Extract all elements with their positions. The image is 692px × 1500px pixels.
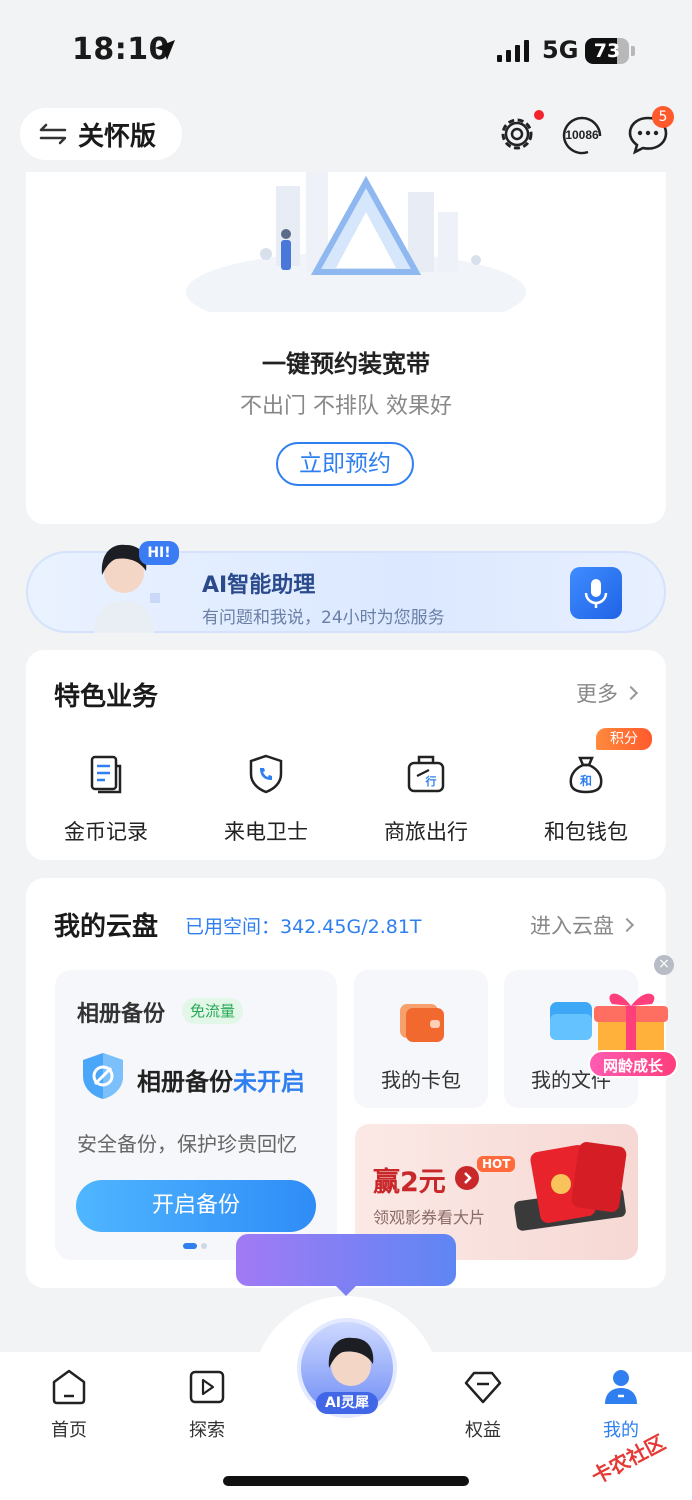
tab-benefits[interactable]: 权益 bbox=[433, 1366, 533, 1442]
hi-bubble: HI! bbox=[139, 541, 179, 565]
broadband-title: 一键预约装宽带 bbox=[262, 350, 430, 378]
home-icon bbox=[52, 1369, 86, 1405]
service-call-guard[interactable]: 来电卫士 bbox=[196, 752, 336, 846]
battery-level: 73 bbox=[593, 40, 621, 62]
backup-description: 安全备份，保护珍贵回忆 bbox=[77, 1132, 297, 1156]
status-bar: 18:10 5G 73 bbox=[0, 0, 692, 100]
svg-text:行: 行 bbox=[425, 774, 437, 788]
tab-home[interactable]: 首页 bbox=[19, 1366, 119, 1442]
enter-cloud-label: 进入云盘 bbox=[530, 914, 614, 938]
switch-arrows-icon bbox=[39, 123, 67, 145]
tab-label: 权益 bbox=[465, 1420, 501, 1441]
enable-backup-button[interactable]: 开启备份 bbox=[76, 1180, 316, 1232]
featured-services-title: 特色业务 bbox=[54, 682, 159, 712]
promo-subtitle: 领观影券看大片 bbox=[373, 1208, 486, 1227]
ai-lingxi-label: AI灵犀 bbox=[316, 1392, 378, 1414]
tab-label: 探索 bbox=[189, 1420, 225, 1441]
settings-gear-icon[interactable] bbox=[495, 112, 539, 156]
cloud-drive-title: 我的云盘 bbox=[54, 912, 159, 942]
backup-shield-icon bbox=[83, 1053, 123, 1099]
card-wallet-tile[interactable]: 我的卡包 bbox=[354, 970, 488, 1108]
wallet-icon bbox=[400, 1004, 444, 1042]
book-now-button[interactable]: 立即预约 bbox=[276, 442, 414, 486]
settings-notification-dot bbox=[534, 110, 544, 120]
battery-icon: 73 bbox=[585, 38, 635, 64]
backup-status-prefix: 相册备份 bbox=[137, 1068, 233, 1096]
voice-input-button[interactable] bbox=[570, 567, 622, 619]
luggage-icon: 行 bbox=[407, 755, 445, 793]
close-icon[interactable]: × bbox=[654, 955, 674, 975]
diamond-icon bbox=[464, 1371, 502, 1404]
microphone-icon bbox=[584, 579, 608, 608]
promo-title: 赢2元 bbox=[373, 1167, 446, 1198]
care-mode-button[interactable]: 关怀版 bbox=[20, 108, 182, 160]
message-count-badge: 5 bbox=[652, 106, 674, 128]
card-wallet-label: 我的卡包 bbox=[381, 1068, 461, 1092]
free-data-tag: 免流量 bbox=[182, 998, 244, 1024]
phone-shield-icon bbox=[249, 754, 283, 794]
chevron-right-icon bbox=[623, 685, 639, 701]
home-indicator bbox=[223, 1476, 469, 1486]
document-icon bbox=[90, 755, 122, 794]
arrow-right-circle-icon bbox=[455, 1166, 479, 1190]
points-tag: 积分 bbox=[596, 728, 652, 750]
money-bag-icon: 和 bbox=[569, 756, 603, 794]
used-space-text: 已用空间：342.45G/2.81T bbox=[185, 916, 422, 938]
service-business-travel[interactable]: 行 商旅出行 bbox=[356, 752, 496, 846]
customer-service-headset-icon[interactable]: 10086 bbox=[558, 112, 606, 156]
service-label: 商旅出行 bbox=[384, 820, 468, 844]
photo-backup-title: 相册备份 bbox=[77, 1002, 166, 1027]
tab-explore[interactable]: 探索 bbox=[157, 1366, 257, 1442]
location-arrow-icon bbox=[155, 40, 175, 60]
photo-backup-panel: 相册备份 免流量 相册备份未开启 安全备份，保护珍贵回忆 开启备份 bbox=[55, 970, 337, 1260]
carousel-dots bbox=[183, 1243, 207, 1249]
broadband-subtitle: 不出门 不排队 效果好 bbox=[240, 394, 452, 419]
network-type: 5G bbox=[542, 36, 579, 64]
ai-assistant-banner[interactable]: HI! AI智能助理 有问题和我说，24小时为您服务 bbox=[26, 541, 666, 633]
broadband-illustration bbox=[186, 172, 526, 312]
featured-more-link[interactable]: 更多 bbox=[576, 678, 639, 708]
service-label: 来电卫士 bbox=[224, 820, 308, 844]
play-video-icon bbox=[189, 1370, 225, 1404]
backup-status: 相册备份未开启 bbox=[137, 1062, 305, 1097]
service-label: 金币记录 bbox=[64, 820, 148, 844]
user-profile-icon bbox=[605, 1370, 637, 1404]
red-envelope-image bbox=[514, 1142, 627, 1231]
tab-label: 首页 bbox=[51, 1420, 87, 1441]
featured-more-label: 更多 bbox=[576, 682, 618, 706]
network-age-growth-label[interactable]: 网龄成长 bbox=[588, 1050, 678, 1078]
ai-assistant-title: AI智能助理 bbox=[202, 573, 316, 598]
service-hebao-wallet[interactable]: 和 和包钱包 bbox=[516, 752, 656, 846]
service-label: 和包钱包 bbox=[544, 820, 628, 844]
service-hotline-text: 10086 bbox=[565, 128, 599, 142]
chevron-right-icon bbox=[619, 917, 635, 933]
service-coin-records[interactable]: 金币记录 bbox=[36, 752, 176, 846]
signal-icon bbox=[497, 40, 529, 62]
enter-cloud-link[interactable]: 进入云盘 bbox=[530, 910, 635, 940]
ai-tooltip-bubble bbox=[236, 1234, 456, 1296]
broadband-booking-card: 一键预约装宽带 不出门 不排队 效果好 立即预约 bbox=[26, 172, 666, 524]
ai-assistant-subtitle: 有问题和我说，24小时为您服务 bbox=[202, 608, 445, 628]
care-mode-label: 关怀版 bbox=[78, 121, 157, 152]
backup-status-value: 未开启 bbox=[233, 1068, 305, 1096]
svg-text:和: 和 bbox=[579, 773, 592, 788]
